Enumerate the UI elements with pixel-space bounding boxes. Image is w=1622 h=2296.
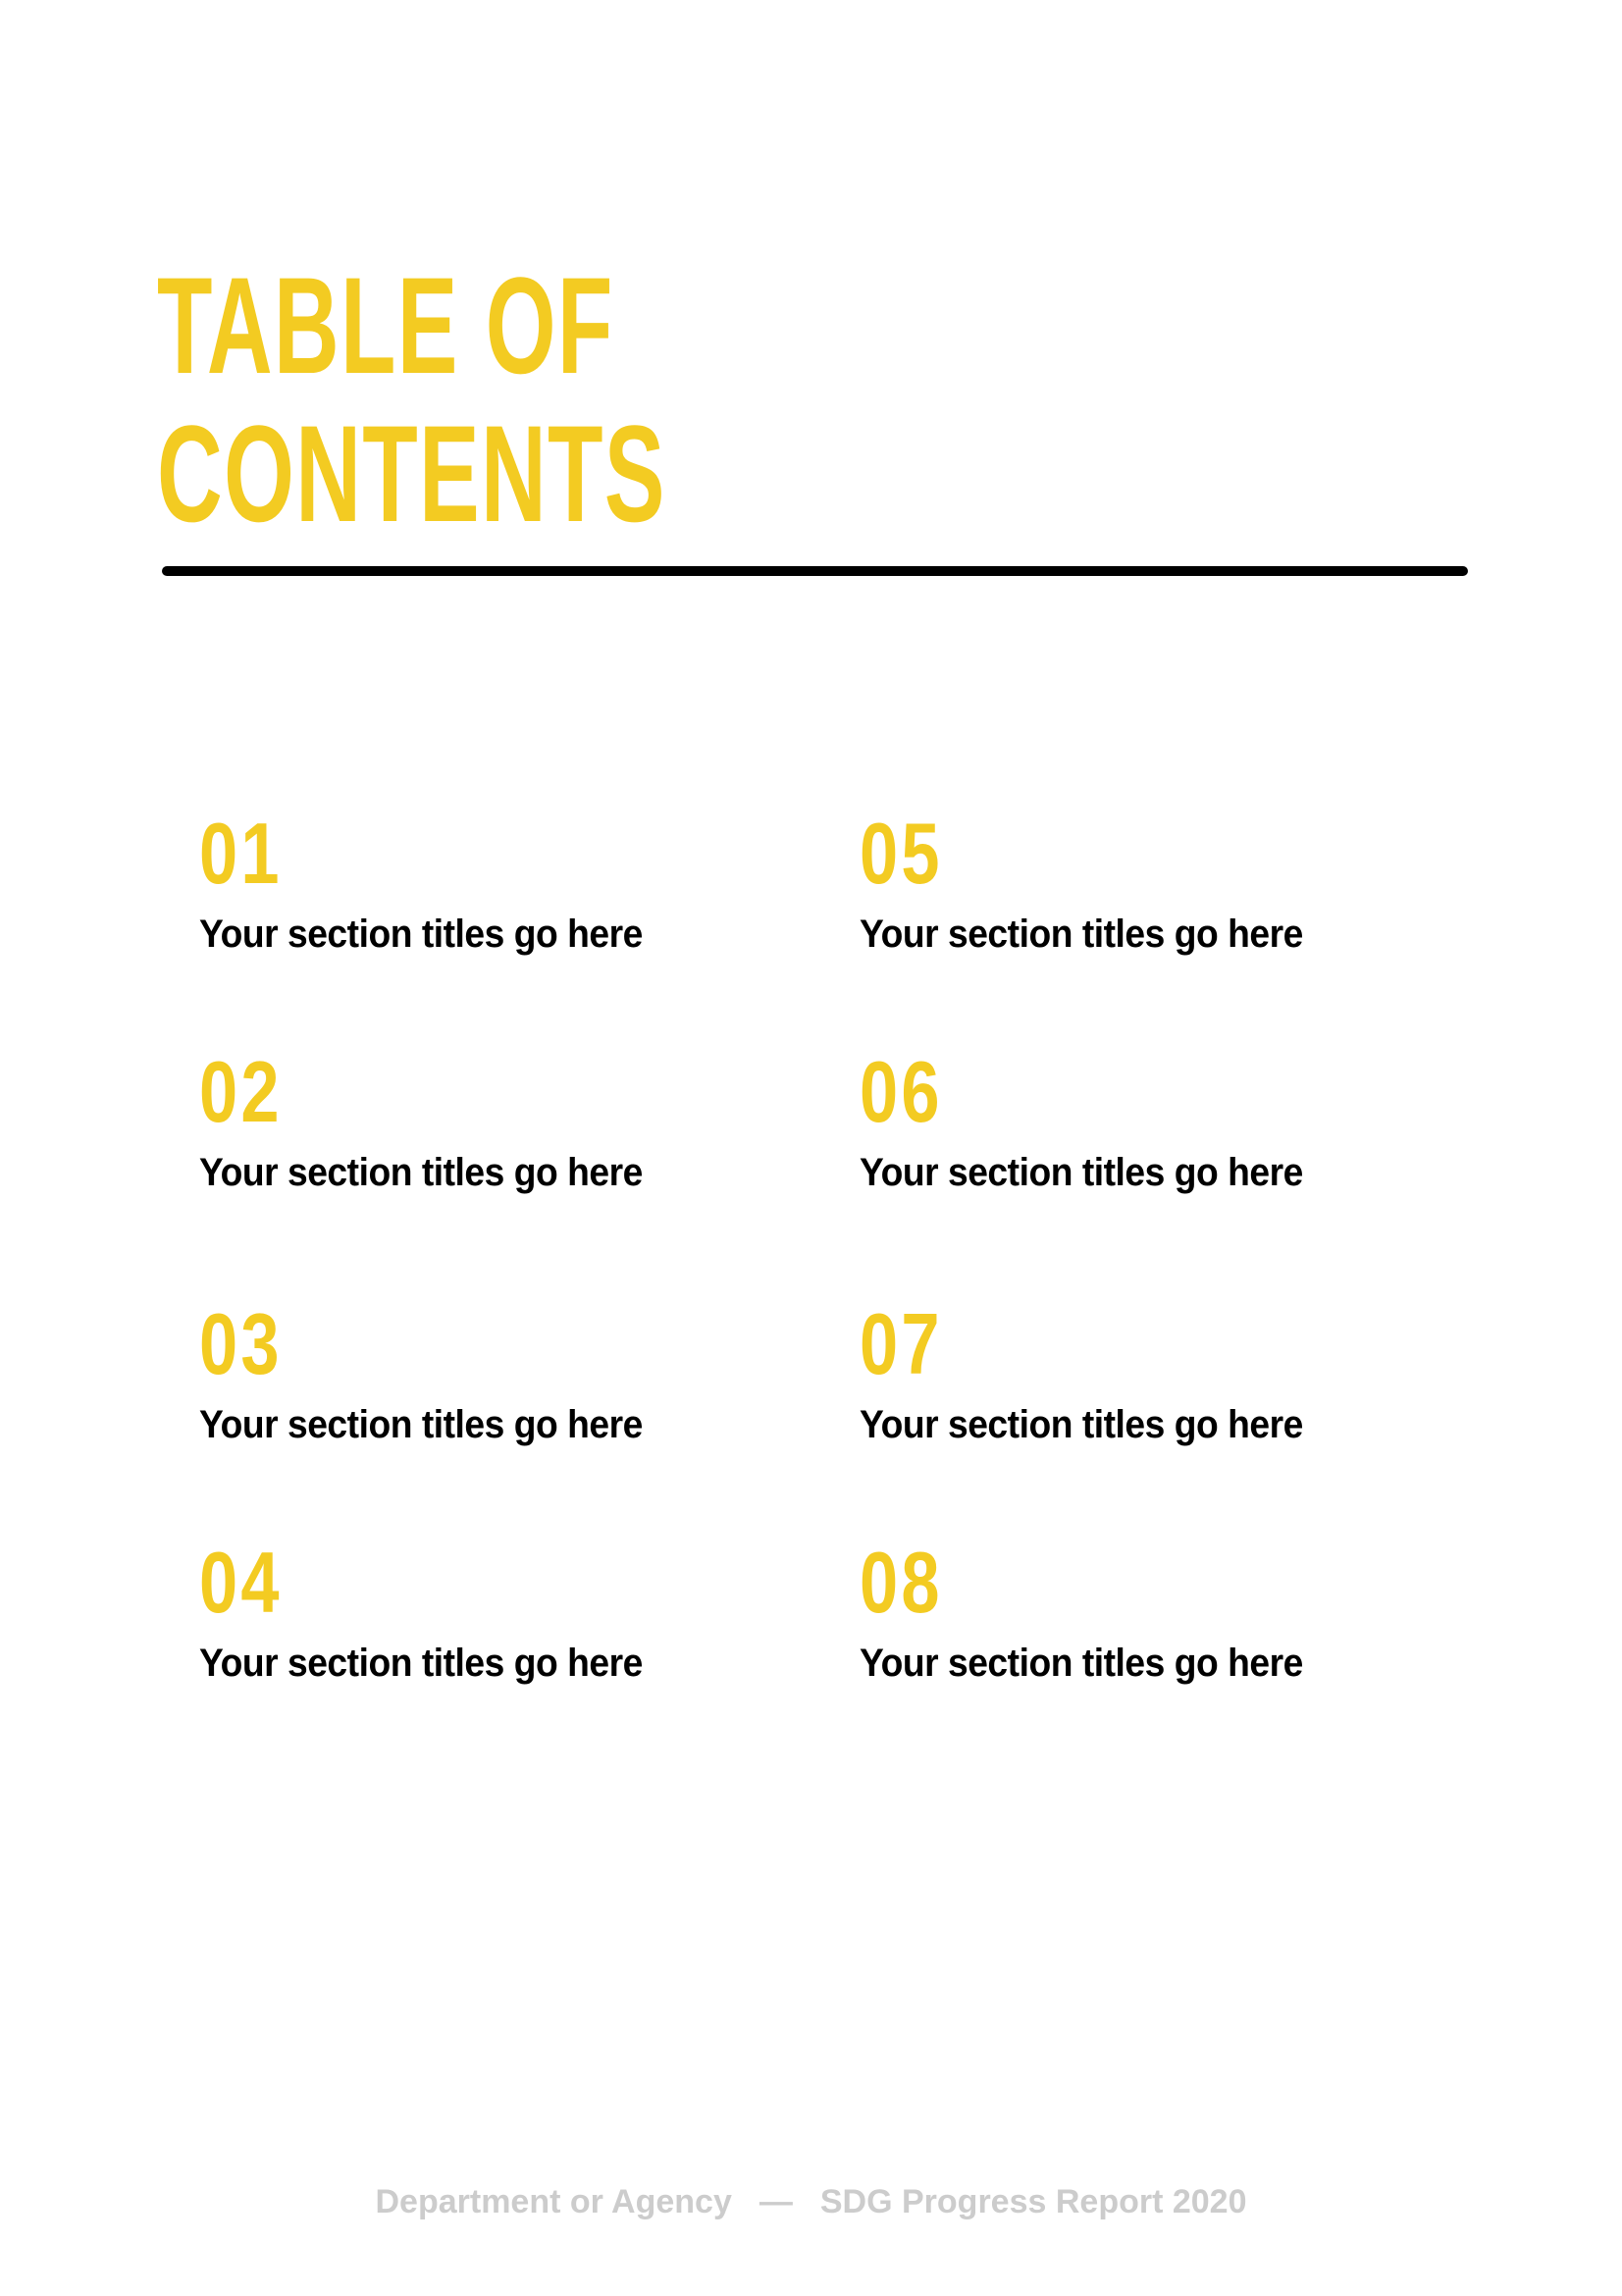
toc-entry-01[interactable]: 01 Your section titles go here (199, 805, 788, 956)
toc-entry-03[interactable]: 03 Your section titles go here (199, 1295, 788, 1446)
entry-number: 02 (199, 1043, 283, 1140)
entry-label: Your section titles go here (199, 913, 643, 956)
toc-entry-02[interactable]: 02 Your section titles go here (199, 1043, 788, 1194)
footer-separator: — (759, 2183, 793, 2220)
title-divider (162, 566, 1468, 576)
page-title-line-2: CONTENTS (157, 396, 666, 550)
toc-entry-05[interactable]: 05 Your section titles go here (860, 805, 1448, 956)
entry-number: 05 (860, 805, 943, 902)
entry-label: Your section titles go here (860, 1642, 1303, 1685)
toc-entry-06[interactable]: 06 Your section titles go here (860, 1043, 1448, 1194)
toc-entry-04[interactable]: 04 Your section titles go here (199, 1534, 788, 1685)
footer-agency: Department or Agency (375, 2183, 732, 2220)
entry-label: Your section titles go here (860, 1151, 1303, 1194)
entry-label: Your section titles go here (860, 913, 1303, 956)
entry-label: Your section titles go here (199, 1642, 643, 1685)
entry-label: Your section titles go here (860, 1403, 1303, 1446)
page-title-line-1: TABLE OF (157, 248, 614, 402)
entry-number: 07 (860, 1295, 943, 1392)
entry-number: 06 (860, 1043, 943, 1140)
entry-label: Your section titles go here (199, 1403, 643, 1446)
entry-number: 01 (199, 805, 283, 902)
entry-number: 03 (199, 1295, 283, 1392)
footer: Department or Agency — SDG Progress Report… (0, 2183, 1622, 2221)
entry-label: Your section titles go here (199, 1151, 643, 1194)
entry-number: 04 (199, 1534, 283, 1631)
toc-entry-08[interactable]: 08 Your section titles go here (860, 1534, 1448, 1685)
toc-entry-07[interactable]: 07 Your section titles go here (860, 1295, 1448, 1446)
entry-number: 08 (860, 1534, 943, 1631)
footer-report-title: SDG Progress Report 2020 (819, 2183, 1247, 2220)
